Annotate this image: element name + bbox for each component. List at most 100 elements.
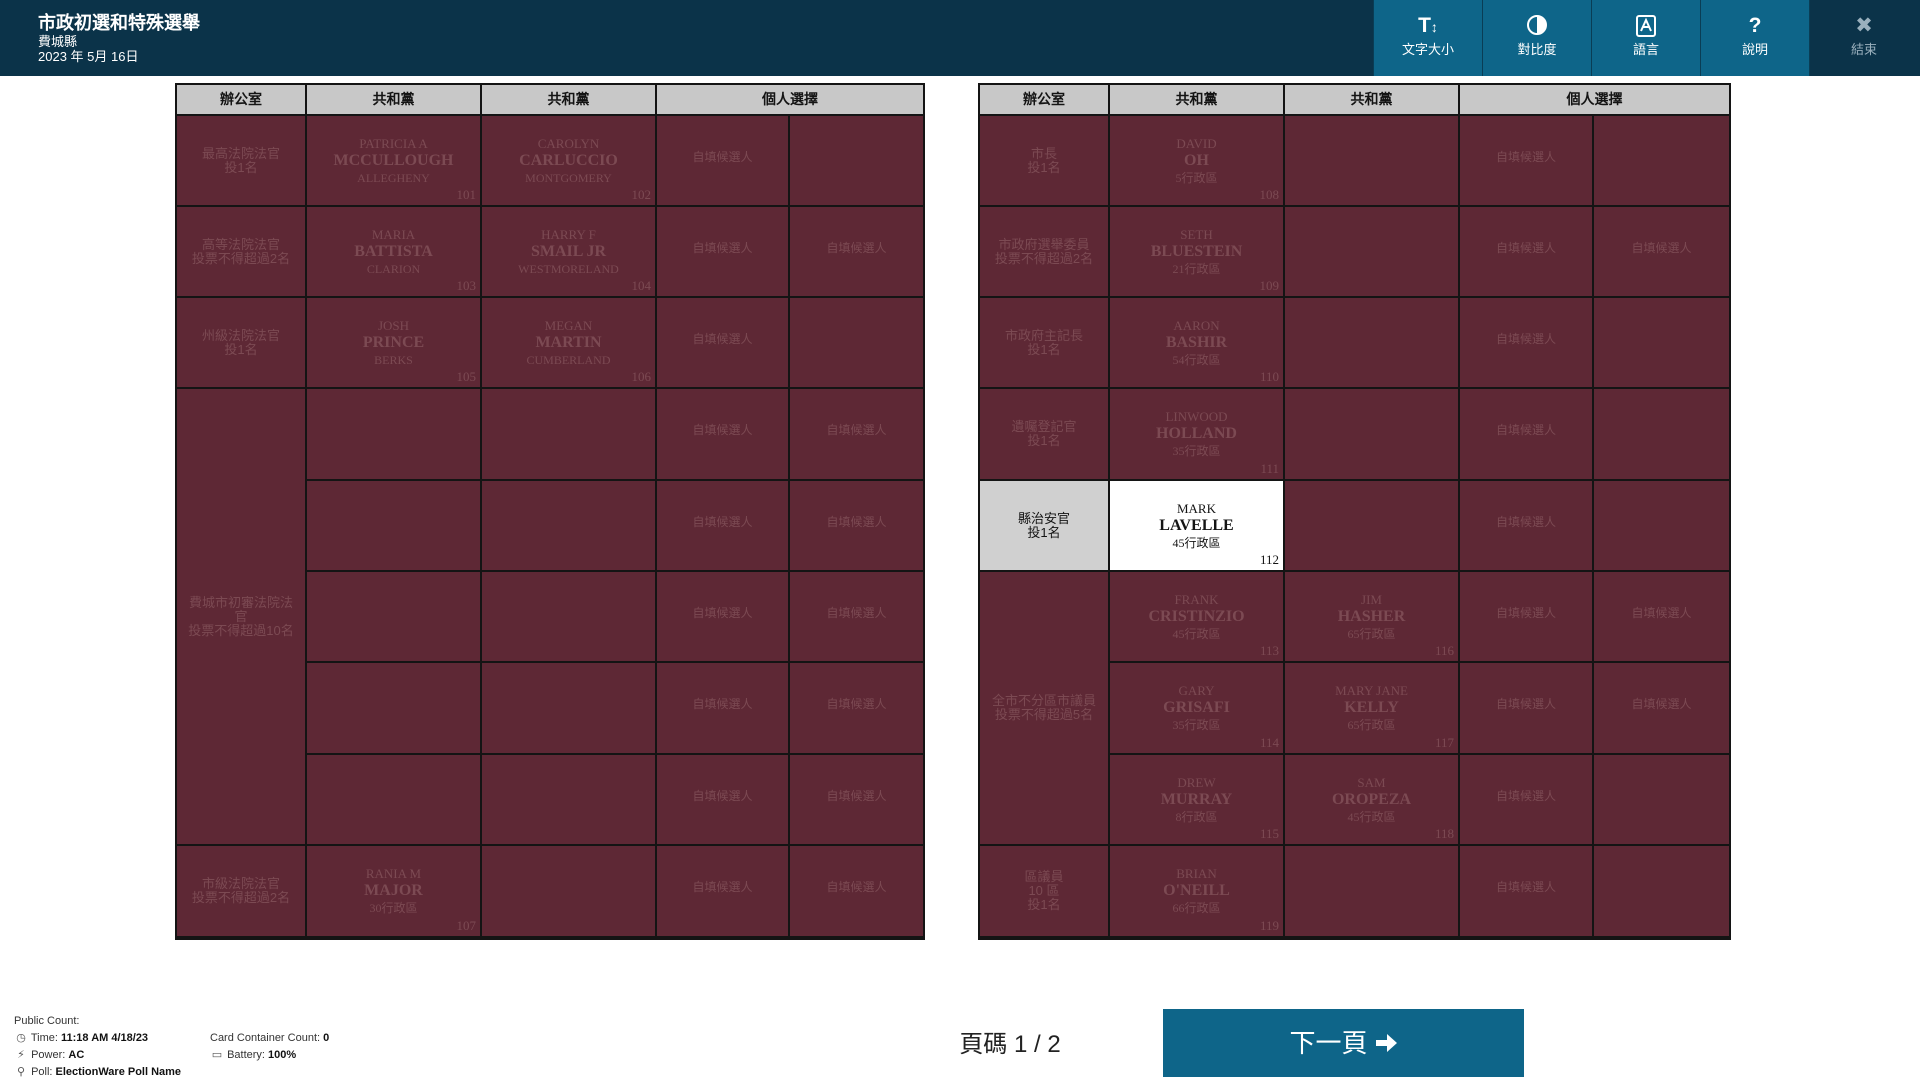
candidate-number: 116 <box>1434 643 1454 658</box>
candidate-number: 115 <box>1259 826 1279 841</box>
language-button[interactable]: 語言 <box>1591 0 1700 76</box>
write-in-button[interactable]: 自填候選人 <box>790 663 923 755</box>
candidate-103[interactable]: MARIA BATTISTA CLARION 103 <box>307 207 482 298</box>
candidate-location: CLARION <box>366 262 421 276</box>
office-name: 遺囑登記官 <box>1011 419 1077 434</box>
empty-cell <box>1594 116 1729 207</box>
write-in-button[interactable]: 自填候選人 <box>1460 207 1594 298</box>
candidate-last-name: MURRAY <box>1160 791 1233 808</box>
candidate-number: 101 <box>456 187 477 202</box>
candidate-106[interactable]: MEGAN MARTIN CUMBERLAND 106 <box>482 298 657 389</box>
write-in-button[interactable]: 自填候選人 <box>657 207 790 298</box>
candidate-118[interactable]: SAM OROPEZA 45行政區 118 <box>1285 755 1460 846</box>
office-district-council: 區議員 10 區 投1名 <box>980 846 1110 938</box>
write-in-button[interactable]: 自填候選人 <box>1460 572 1594 663</box>
write-in-button[interactable]: 自填候選人 <box>657 389 790 481</box>
text-size-label: 文字大小 <box>1401 42 1454 57</box>
text-size-button[interactable]: T↕ 文字大小 <box>1373 0 1482 76</box>
candidate-112-selected[interactable]: MARK LAVELLE 45行政區 112 <box>1110 481 1285 572</box>
public-count-label: Public Count: <box>14 1015 80 1027</box>
empty-cell <box>1594 755 1729 846</box>
exit-button[interactable]: ✖ 結束 <box>1809 0 1918 76</box>
candidate-last-name: MCCULLOUGH <box>333 152 454 169</box>
write-in-button[interactable]: 自填候選人 <box>657 116 790 207</box>
write-in-button[interactable]: 自填候選人 <box>790 755 923 846</box>
candidate-116[interactable]: JIM HASHER 65行政區 116 <box>1285 572 1460 663</box>
write-in-button[interactable]: 自填候選人 <box>1460 481 1594 572</box>
time-status: ◷ Time: 11:18 AM 4/18/23 <box>14 1030 148 1047</box>
write-in-button[interactable]: 自填候選人 <box>1460 846 1594 938</box>
time-label: Time: <box>30 1032 58 1044</box>
candidate-113[interactable]: FRANK CRISTINZIO 45行政區 113 <box>1110 572 1285 663</box>
power-status: ⚡ Power: AC <box>14 1047 84 1064</box>
candidate-number: 106 <box>631 369 652 384</box>
write-in-button[interactable]: 自填候選人 <box>1460 298 1594 389</box>
office-name: 市級法院法官 <box>201 876 280 891</box>
candidate-last-name: O'NEILL <box>1163 882 1230 899</box>
write-in-button[interactable]: 自填候選人 <box>790 389 923 481</box>
candidate-number: 118 <box>1434 826 1454 841</box>
candidate-location: 65行政區 <box>1347 627 1396 641</box>
office-name: 縣治安官 <box>1017 510 1070 526</box>
candidate-104[interactable]: HARRY F SMAIL JR WESTMORELAND 104 <box>482 207 657 298</box>
candidate-location: MONTGOMERY <box>525 171 612 185</box>
empty-cell <box>482 389 657 481</box>
candidate-first-name: SAM <box>1357 775 1386 790</box>
public-count: Public Count: <box>14 1013 79 1030</box>
candidate-first-name: BRIAN <box>1176 866 1217 881</box>
candidate-115[interactable]: DREW MURRAY 8行政區 115 <box>1110 755 1285 846</box>
candidate-105[interactable]: JOSH PRINCE BERKS 105 <box>307 298 482 389</box>
empty-cell <box>1285 481 1460 572</box>
poll-label: Poll: <box>31 1066 53 1078</box>
candidate-last-name: MARTIN <box>535 334 602 351</box>
candidate-first-name: MARIA <box>371 227 416 242</box>
poll-value: ElectionWare Poll Name <box>55 1066 182 1078</box>
candidate-119[interactable]: BRIAN O'NEILL 66行政區 119 <box>1110 846 1285 938</box>
write-in-button[interactable]: 自填候選人 <box>1460 116 1594 207</box>
candidate-117[interactable]: MARY JANE KELLY 65行政區 117 <box>1285 663 1460 755</box>
candidate-number: 114 <box>1259 735 1279 750</box>
write-in-button[interactable]: 自填候選人 <box>790 481 923 572</box>
write-in-button[interactable]: 自填候選人 <box>657 572 790 663</box>
write-in-button[interactable]: 自填候選人 <box>1460 663 1594 755</box>
empty-cell <box>790 116 923 207</box>
empty-cell <box>482 481 657 572</box>
write-in-button[interactable]: 自填候選人 <box>790 846 923 938</box>
candidate-last-name: CARLUCCIO <box>519 152 618 169</box>
candidate-first-name: JIM <box>1361 592 1382 607</box>
write-in-button[interactable]: 自填候選人 <box>657 481 790 572</box>
write-in-button[interactable]: 自填候選人 <box>657 755 790 846</box>
candidate-107[interactable]: RANIA M MAJOR 30行政區 107 <box>307 846 482 938</box>
next-page-button[interactable]: 下一頁 <box>1163 1009 1524 1077</box>
write-in-button[interactable]: 自填候選人 <box>657 846 790 938</box>
office-vote-limit: 投1名 <box>1027 341 1061 357</box>
write-in-button[interactable]: 自填候選人 <box>657 298 790 389</box>
candidate-last-name: KELLY <box>1344 699 1399 716</box>
office-vote-limit: 投票不得超過2名 <box>994 250 1094 266</box>
battery-icon: ▭ <box>211 1049 223 1061</box>
candidate-last-name: HOLLAND <box>1156 425 1237 442</box>
write-in-button[interactable]: 自填候選人 <box>1460 389 1594 481</box>
candidate-114[interactable]: GARY GRISAFI 35行政區 114 <box>1110 663 1285 755</box>
candidate-102[interactable]: CAROLYN CARLUCCIO MONTGOMERY 102 <box>482 116 657 207</box>
candidate-111[interactable]: LINWOOD HOLLAND 35行政區 111 <box>1110 389 1285 481</box>
contrast-label: 對比度 <box>1517 42 1557 57</box>
candidate-109[interactable]: SETH BLUESTEIN 21行政區 109 <box>1110 207 1285 298</box>
column-header-party: 共和黨 <box>482 85 657 116</box>
column-header-party: 共和黨 <box>307 85 482 116</box>
write-in-button[interactable]: 自填候選人 <box>790 572 923 663</box>
write-in-button[interactable]: 自填候選人 <box>1594 663 1729 755</box>
candidate-108[interactable]: DAVID OH 5行政區 108 <box>1110 116 1285 207</box>
empty-cell <box>1285 207 1460 298</box>
write-in-button[interactable]: 自填候選人 <box>1594 572 1729 663</box>
write-in-button[interactable]: 自填候選人 <box>1460 755 1594 846</box>
power-value: AC <box>68 1049 85 1061</box>
office-district: 10 區 <box>1028 883 1060 898</box>
candidate-101[interactable]: PATRICIA A MCCULLOUGH ALLEGHENY 101 <box>307 116 482 207</box>
candidate-110[interactable]: AARON BASHIR 54行政區 110 <box>1110 298 1285 389</box>
write-in-button[interactable]: 自填候選人 <box>1594 207 1729 298</box>
help-button[interactable]: ? 說明 <box>1700 0 1809 76</box>
contrast-button[interactable]: 對比度 <box>1482 0 1591 76</box>
write-in-button[interactable]: 自填候選人 <box>657 663 790 755</box>
write-in-button[interactable]: 自填候選人 <box>790 207 923 298</box>
